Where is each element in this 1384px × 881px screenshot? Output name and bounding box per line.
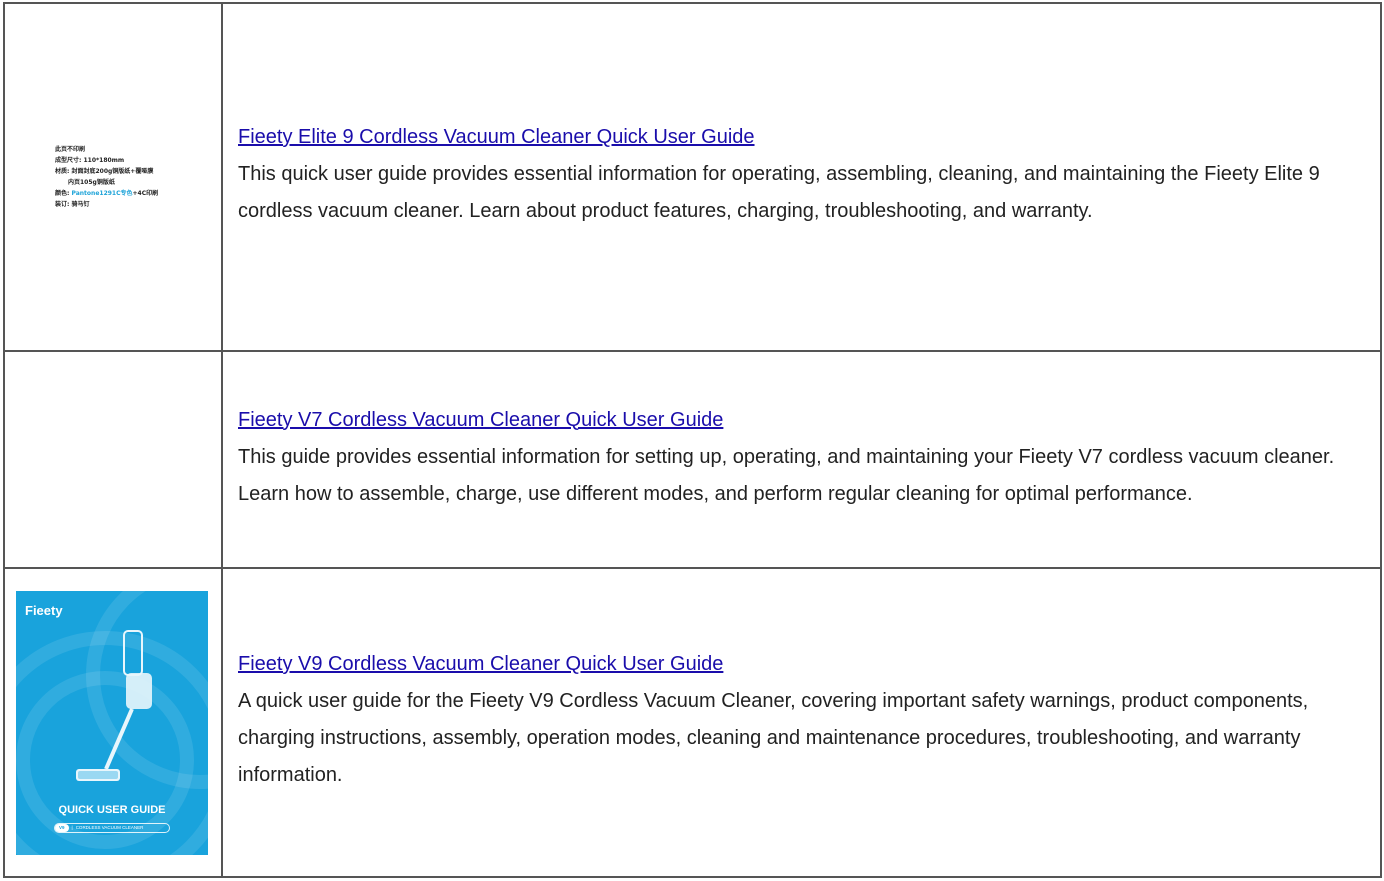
- guide-title-link[interactable]: Fieety Elite 9 Cordless Vacuum Cleaner Q…: [238, 124, 755, 150]
- guide-title-link[interactable]: Fieety V7 Cordless Vacuum Cleaner Quick …: [238, 407, 723, 433]
- thumbnail-cell: Fieety QUICK USER GUIDE V9 | CORDLESS VA…: [3, 567, 223, 878]
- print-note: 颜色: Pantone1291C专色+4C印刷: [55, 190, 159, 197]
- guide-cover-image[interactable]: Fieety QUICK USER GUIDE V9 | CORDLESS VA…: [16, 590, 208, 855]
- cover-separator: |: [71, 824, 73, 830]
- print-note: 此页不印刷: [55, 146, 86, 153]
- thumbnail-cell: 此页不印刷 成型尺寸: 110*180mm 材质: 封面封底200g铜版纸+覆哑…: [3, 2, 223, 352]
- guide-description: This guide provides essential informatio…: [238, 445, 1335, 505]
- description-cell: Fieety Elite 9 Cordless Vacuum Cleaner Q…: [221, 2, 1382, 352]
- guide-description: A quick user guide for the Fieety V9 Cor…: [238, 690, 1309, 786]
- print-note: 内页105g铜版纸: [68, 179, 115, 186]
- guide-description: This quick user guide provides essential…: [238, 163, 1320, 222]
- print-note: 成型尺寸: 110*180mm: [55, 157, 125, 164]
- table-row: Fieety QUICK USER GUIDE V9 | CORDLESS VA…: [3, 567, 1382, 878]
- description-cell: Fieety V9 Cordless Vacuum Cleaner Quick …: [221, 567, 1382, 878]
- thumbnail-cell: [3, 350, 223, 569]
- cover-product: CORDLESS VACUUM CLEANER: [75, 824, 144, 830]
- print-note: 材质: 封面封底200g铜版纸+覆哑膜: [55, 168, 154, 175]
- print-note: 装订: 骑马钉: [55, 201, 90, 208]
- guide-table: 此页不印刷 成型尺寸: 110*180mm 材质: 封面封底200g铜版纸+覆哑…: [3, 2, 1382, 878]
- cover-model: V9: [55, 823, 69, 832]
- description-cell: Fieety V7 Cordless Vacuum Cleaner Quick …: [221, 350, 1382, 569]
- print-spec-notes: 此页不印刷 成型尺寸: 110*180mm 材质: 封面封底200g铜版纸+覆哑…: [5, 144, 221, 210]
- table-row: 此页不印刷 成型尺寸: 110*180mm 材质: 封面封底200g铜版纸+覆哑…: [3, 2, 1382, 352]
- cover-brand: Fieety: [25, 602, 63, 618]
- cover-heading: QUICK USER GUIDE: [58, 803, 166, 816]
- guide-title-link[interactable]: Fieety V9 Cordless Vacuum Cleaner Quick …: [238, 651, 723, 677]
- table-row: Fieety V7 Cordless Vacuum Cleaner Quick …: [3, 350, 1382, 569]
- cover-subtitle: V9 | CORDLESS VACUUM CLEANER: [54, 822, 170, 833]
